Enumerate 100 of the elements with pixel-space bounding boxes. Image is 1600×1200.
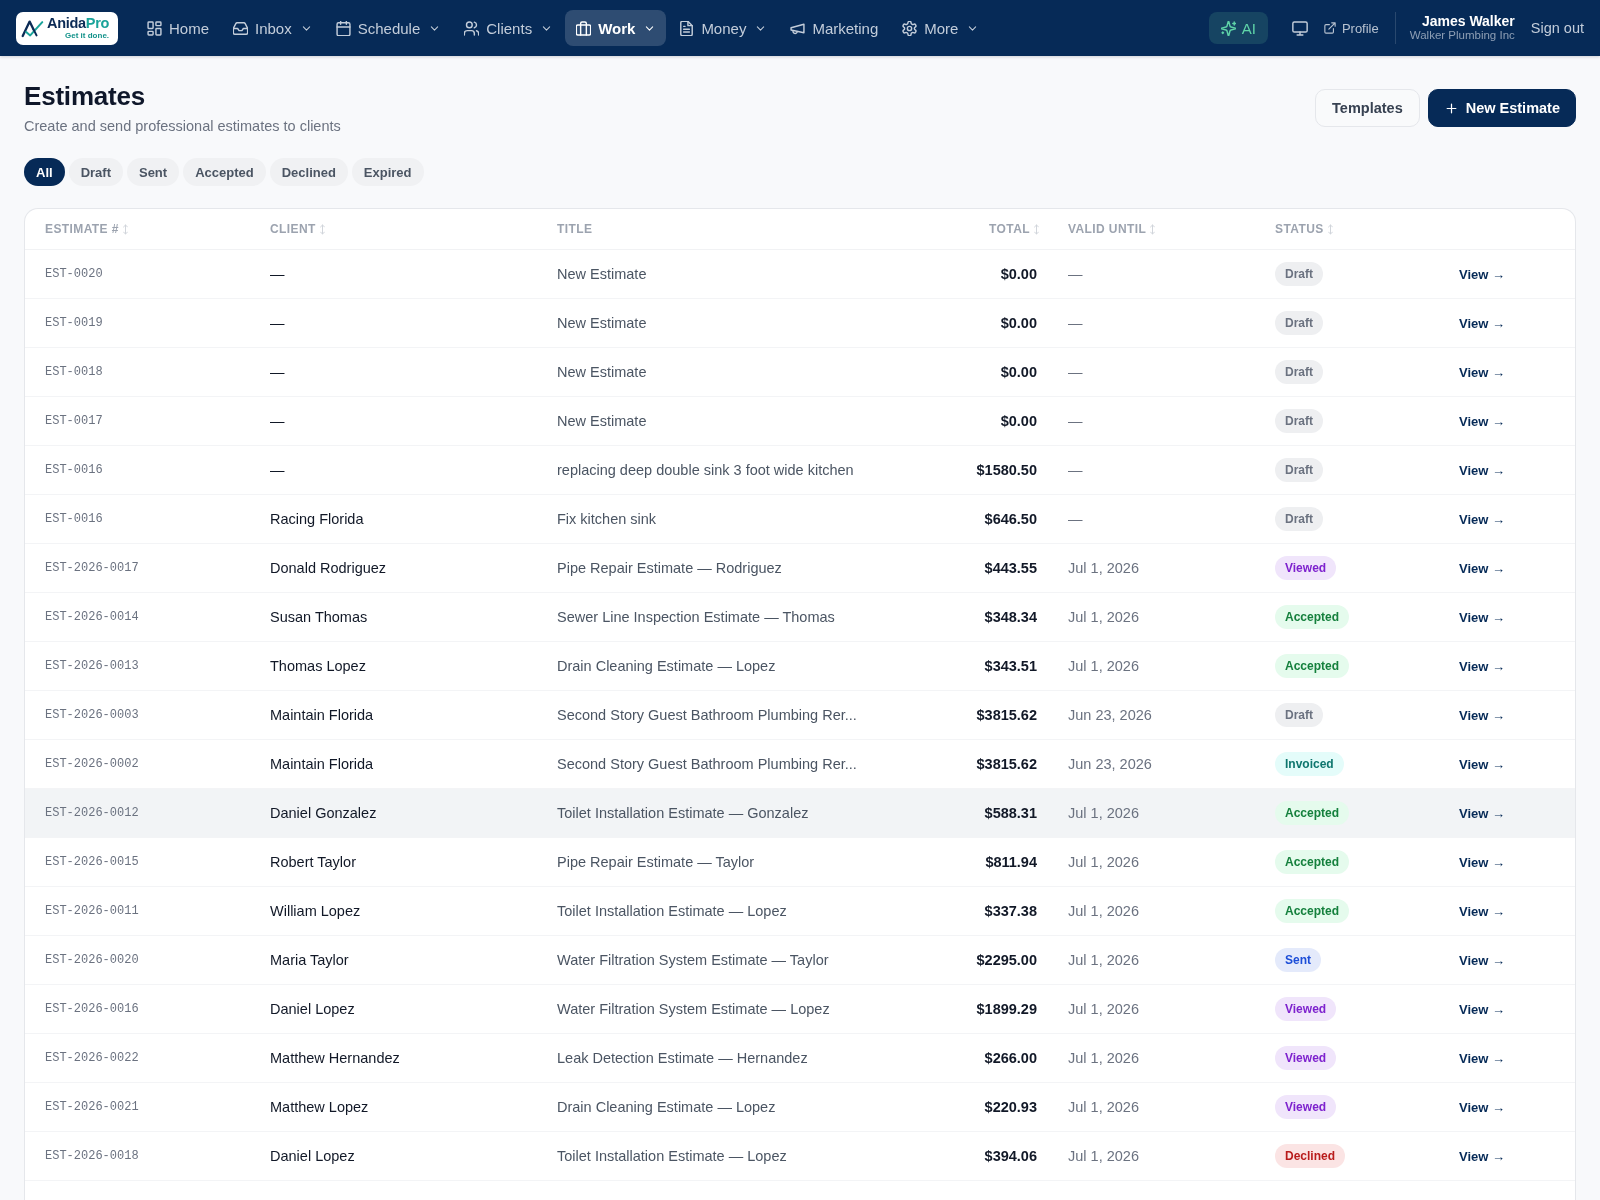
nav-menu-item[interactable]: Marketing [779, 10, 890, 46]
brand-logo[interactable]: AnidaPro Get it done. [16, 11, 118, 45]
nav-menu-item[interactable]: Schedule [324, 10, 452, 46]
inbox-icon [233, 20, 248, 36]
new-estimate-button[interactable]: New Estimate [1427, 89, 1576, 127]
estimate-title: New Estimate [557, 266, 647, 282]
client-name: — [270, 413, 285, 429]
table-row[interactable]: EST-0016 — replacing deep double sink 3 foot wide kitchen $1580.50 — Draft View → [25, 446, 1575, 495]
table-row[interactable]: EST-2026-0014 Susan Thomas Sewer Line Inspection Estimate — Thomas $348.34 Jul 1, 2026 Accepted View → [25, 593, 1575, 642]
estimate-number: EST-0016 [45, 463, 103, 477]
estimate-total: $1899.29 [976, 1001, 1037, 1017]
view-link[interactable]: View → [1459, 903, 1505, 919]
estimate-number: EST-0018 [45, 365, 103, 379]
filter-tab[interactable]: Accepted [183, 158, 266, 186]
table-row[interactable]: EST-0020 — New Estimate $0.00 — Draft View → [25, 250, 1575, 299]
sign-out-link[interactable]: Sign out [1530, 20, 1584, 36]
status-tag: Accepted [1275, 850, 1350, 874]
table-row[interactable]: EST-2026-0012 Daniel Gonzalez Toilet Installation Estimate — Gonzalez $588.31 Jul 1, 2026 Accepted View → [25, 789, 1575, 838]
table-row[interactable]: EST-2026-0016 Daniel Lopez Water Filtration System Estimate — Lopez $1899.29 Jul 1, 2026 Viewed View → [25, 985, 1575, 1034]
view-link[interactable]: View → [1459, 805, 1505, 821]
estimate-total: $443.55 [984, 560, 1037, 576]
view-link[interactable]: View → [1459, 413, 1505, 429]
estimate-number: EST-2026-0014 [45, 610, 139, 624]
templates-button[interactable]: Templates [1315, 89, 1420, 127]
table-row[interactable]: EST-0017 — New Estimate $0.00 — Draft View → [25, 397, 1575, 446]
view-link[interactable]: View → [1459, 1148, 1505, 1164]
client-name: William Lopez [270, 903, 361, 919]
filter-tab[interactable]: Sent [126, 158, 180, 186]
filter-tab[interactable]: Declined [269, 158, 348, 186]
view-link[interactable]: View → [1459, 560, 1505, 576]
estimate-number: EST-2026-0020 [45, 953, 139, 967]
estimate-total: $1580.50 [976, 462, 1037, 478]
table-row[interactable]: EST-2026-0013 Thomas Lopez Drain Cleaning Estimate — Lopez $343.51 Jul 1, 2026 Accepted View → [25, 642, 1575, 691]
view-link[interactable]: View → [1459, 315, 1505, 331]
estimate-total: $3815.62 [976, 707, 1037, 723]
nav-menu-item[interactable]: Work [565, 10, 667, 46]
status-tag: Draft [1275, 311, 1323, 335]
table-row[interactable]: EST-2026-0015 Robert Taylor Pipe Repair Estimate — Taylor $811.94 Jul 1, 2026 Accepted View → [25, 838, 1575, 887]
client-name: — [270, 364, 285, 380]
estimate-title: Toilet Installation Estimate — Gonzalez [557, 805, 809, 821]
filter-tab[interactable]: Draft [68, 158, 123, 186]
briefcase-icon [576, 20, 592, 36]
status-tag: Draft [1275, 703, 1323, 727]
view-link[interactable]: View → [1459, 462, 1505, 478]
view-link[interactable]: View → [1459, 707, 1505, 723]
view-link[interactable]: View → [1459, 658, 1505, 674]
client-name: Maintain Florida [270, 707, 374, 723]
table-row[interactable]: EST-2026-0021 Matthew Lopez Drain Cleaning Estimate — Lopez $220.93 Jul 1, 2026 Viewed View → [25, 1083, 1575, 1132]
view-link[interactable]: View → [1459, 952, 1505, 968]
table-row[interactable]: EST-2026-0022 Matthew Hernandez Leak Detection Estimate — Hernandez $266.00 Jul 1, 2026 Viewed View → [25, 1034, 1575, 1083]
estimate-title: Water Filtration System Estimate — Lopez [557, 1001, 830, 1017]
nav-menu-item[interactable]: Home [136, 10, 220, 46]
estimate-title: Toilet Installation Estimate — Lopez [557, 1148, 787, 1164]
estimate-title: New Estimate [557, 413, 647, 429]
view-link[interactable]: View → [1459, 1099, 1505, 1115]
view-link[interactable]: View → [1459, 511, 1505, 527]
valid-until-date: Jun 23, 2026 [1068, 756, 1152, 772]
external-link-icon [1323, 22, 1336, 34]
client-name: Susan Thomas [270, 609, 368, 625]
filter-tab[interactable]: Expired [351, 158, 424, 186]
client-name: Matthew Hernandez [270, 1050, 400, 1066]
nav-menu-item[interactable]: More [891, 10, 990, 46]
table-row[interactable]: EST-2026-0003 Maintain Florida Second Story Guest Bathroom Plumbing Rer... $3815.62 Jun 23, 2026 Draft View → [25, 691, 1575, 740]
view-link[interactable]: View → [1459, 266, 1505, 282]
plus-icon [1444, 101, 1458, 115]
table-row[interactable]: EST-0019 — New Estimate $0.00 — Draft View → [25, 299, 1575, 348]
valid-until-date: Jul 1, 2026 [1068, 1001, 1139, 1017]
profile-link[interactable]: Profile [1323, 20, 1379, 36]
estimate-total: $2295.00 [976, 952, 1037, 968]
valid-until-date: Jul 1, 2026 [1068, 805, 1139, 821]
document-icon [679, 20, 695, 36]
nav-menu-item[interactable]: Clients [453, 10, 564, 46]
status-tag: Invoiced [1275, 752, 1344, 776]
view-link[interactable]: View → [1459, 756, 1505, 772]
client-name: Donald Rodriguez [270, 560, 387, 576]
table-row[interactable]: EST-0018 — New Estimate $0.00 — Draft View → [25, 348, 1575, 397]
filter-tab[interactable]: All [24, 158, 65, 186]
estimate-total: $220.93 [984, 1099, 1037, 1115]
view-link[interactable]: View → [1459, 1050, 1505, 1066]
status-tag: Viewed [1275, 1095, 1337, 1119]
table-row[interactable]: EST-2026-0011 William Lopez Toilet Installation Estimate — Lopez $337.38 Jul 1, 2026 Accepted View → [25, 887, 1575, 936]
table-row[interactable]: EST-2026-0018 Daniel Lopez Toilet Installation Estimate — Lopez $394.06 Jul 1, 2026 Declined View → [25, 1132, 1575, 1181]
table-row[interactable]: EST-2026-0017 Donald Rodriguez Pipe Repair Estimate — Rodriguez $443.55 Jul 1, 2026 Viewed View → [25, 544, 1575, 593]
view-link[interactable]: View → [1459, 854, 1505, 870]
view-link[interactable]: View → [1459, 1001, 1505, 1017]
client-name: Matthew Lopez [270, 1099, 369, 1115]
status-tag: Draft [1275, 458, 1323, 482]
estimate-number: EST-2026-0021 [45, 1100, 139, 1114]
estimate-title: Leak Detection Estimate — Hernandez [557, 1050, 808, 1066]
nav-menu-item[interactable]: Inbox [222, 10, 323, 46]
view-link[interactable]: View → [1459, 364, 1505, 380]
ai-assistant-button[interactable]: AI [1208, 12, 1268, 44]
table-row[interactable]: EST-0016 Racing Florida Fix kitchen sink $646.50 — Draft View → [25, 495, 1575, 544]
client-name: Daniel Lopez [270, 1148, 355, 1164]
status-tag: Sent [1275, 948, 1321, 972]
calendar-icon [335, 20, 351, 36]
monitor-icon[interactable] [1291, 20, 1308, 36]
nav-menu-item[interactable]: Money [668, 10, 778, 46]
table-row[interactable]: EST-2026-0020 Maria Taylor Water Filtration System Estimate — Taylor $2295.00 Jul 1, 2026 Sent View → [25, 936, 1575, 985]
view-link[interactable]: View → [1459, 609, 1505, 625]
